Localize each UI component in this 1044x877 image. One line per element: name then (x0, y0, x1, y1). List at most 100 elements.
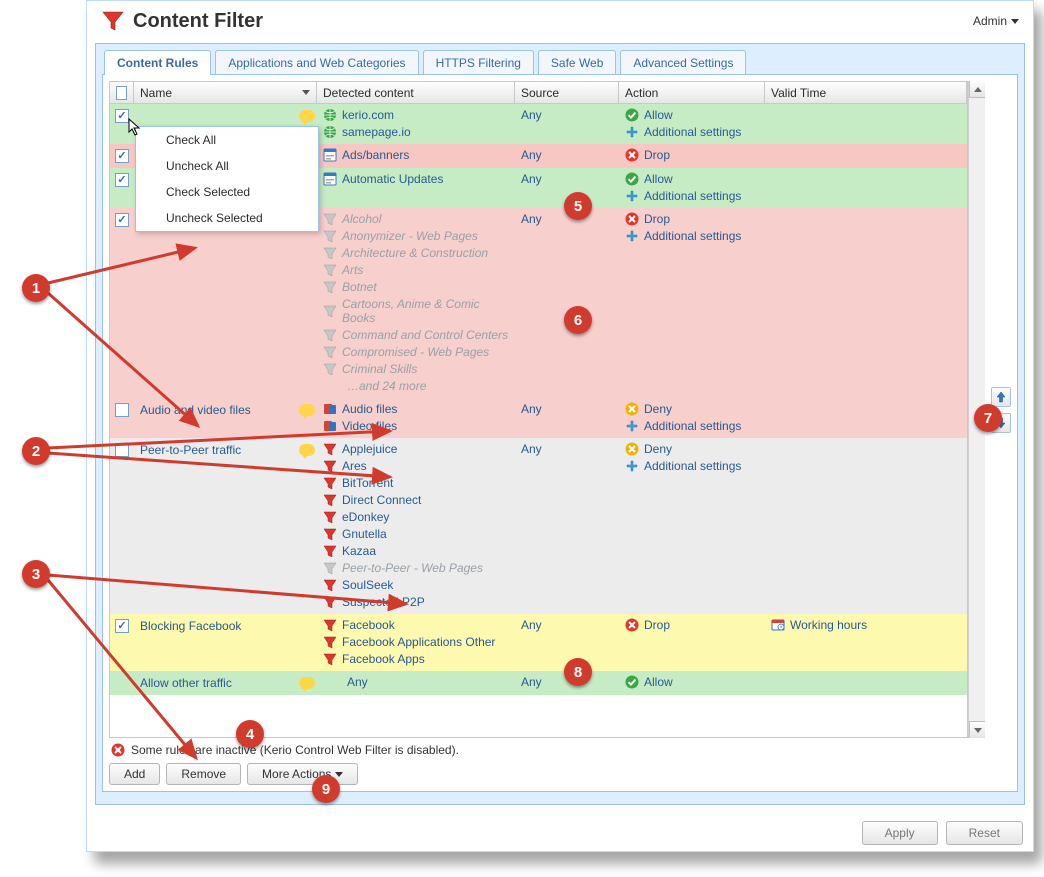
tab-safe-web[interactable]: Safe Web (538, 50, 616, 75)
row-action-cell[interactable]: Allow (619, 671, 765, 694)
vertical-scrollbar[interactable] (968, 81, 985, 738)
row-name-cell[interactable]: Peer-to-Peer traffic (134, 438, 317, 613)
row-checkbox-cell[interactable] (110, 398, 134, 437)
table-row[interactable]: Kerio Control Web Filter categor…Alcohol… (110, 208, 967, 398)
table-row[interactable]: Peer-to-Peer trafficApplejuiceAresBitTor… (110, 438, 967, 614)
row-name-cell[interactable]: Allow other traffic (134, 671, 317, 694)
row-action-cell[interactable]: DropAdditional settings (619, 208, 765, 397)
row-valid-cell[interactable]: Working hours (765, 614, 967, 670)
action-item: Drop (625, 148, 759, 162)
row-detected-cell[interactable]: Ads/banners (317, 144, 515, 167)
tab-https-filtering[interactable]: HTTPS Filtering (423, 50, 534, 75)
row-action-cell[interactable]: Drop (619, 614, 765, 670)
remove-button[interactable]: Remove (166, 763, 241, 785)
row-valid-cell[interactable] (765, 144, 967, 167)
apply-button[interactable]: Apply (862, 821, 938, 845)
deny-icon (625, 442, 639, 456)
funnel-gray-icon (323, 246, 337, 260)
move-up-button[interactable] (991, 387, 1011, 407)
checkbox-icon[interactable] (115, 403, 129, 417)
checkbox-icon[interactable] (115, 173, 129, 187)
reset-button[interactable]: Reset (946, 821, 1023, 845)
row-detected-cell[interactable]: FacebookFacebook Applications OtherFaceb… (317, 614, 515, 670)
row-name-cell[interactable]: Audio and video files (134, 398, 317, 437)
detected-item: Video files (323, 419, 509, 433)
checkbox-icon[interactable] (115, 619, 129, 633)
funnel-icon (101, 9, 125, 33)
row-valid-cell[interactable] (765, 168, 967, 207)
menu-check-selected[interactable]: Check Selected (136, 179, 318, 205)
row-checkbox-cell[interactable] (110, 614, 134, 670)
row-source-cell[interactable]: Any (515, 168, 619, 207)
row-action-cell[interactable]: Drop (619, 144, 765, 167)
row-action-cell[interactable]: AllowAdditional settings (619, 168, 765, 207)
row-checkbox-cell[interactable] (110, 671, 134, 694)
row-name-cell[interactable]: Blocking Facebook (134, 614, 317, 670)
row-detected-cell[interactable]: kerio.comsamepage.io (317, 104, 515, 143)
media-icon (323, 402, 337, 416)
table-row[interactable]: Blocking FacebookFacebookFacebook Applic… (110, 614, 967, 671)
checkbox-icon[interactable] (115, 109, 129, 123)
row-checkbox-cell[interactable] (110, 208, 134, 397)
detected-item: Automatic Updates (323, 172, 509, 186)
column-action[interactable]: Action (619, 82, 765, 103)
row-source-cell[interactable]: Any (515, 104, 619, 143)
row-valid-cell[interactable] (765, 208, 967, 397)
row-source-cell[interactable]: Any (515, 144, 619, 167)
menu-check-all[interactable]: Check All (136, 127, 318, 153)
scroll-down-button[interactable] (969, 721, 985, 738)
row-source-cell[interactable]: Any (515, 208, 619, 397)
funnel-red-icon (323, 493, 337, 507)
row-name-cell[interactable]: Kerio Control Web Filter categor… (134, 208, 317, 397)
column-detected[interactable]: Detected content (317, 82, 515, 103)
column-dropdown-menu[interactable]: Check All Uncheck All Check Selected Unc… (135, 126, 319, 232)
row-action-cell[interactable]: DenyAdditional settings (619, 398, 765, 437)
scroll-up-button[interactable] (969, 81, 985, 98)
row-detected-cell[interactable]: AlcoholAnonymizer - Web PagesArchitectur… (317, 208, 515, 397)
row-detected-cell[interactable]: ApplejuiceAresBitTorrentDirect ConnecteD… (317, 438, 515, 613)
row-source-cell[interactable]: Any (515, 438, 619, 613)
add-button[interactable]: Add (109, 763, 160, 785)
checkbox-icon[interactable] (115, 443, 129, 457)
warning-text: Some rules are inactive (Kerio Control W… (131, 743, 459, 757)
more-actions-button[interactable]: More Actions (247, 763, 358, 785)
column-name[interactable]: Name (134, 82, 317, 103)
row-checkbox-cell[interactable] (110, 144, 134, 167)
row-source-cell[interactable]: Any (515, 671, 619, 694)
funnel-gray-icon (323, 345, 337, 359)
row-detected-cell[interactable]: Automatic Updates (317, 168, 515, 207)
detected-item: …and 24 more (323, 379, 509, 393)
table-row[interactable]: Audio and video filesAudio filesVideo fi… (110, 398, 967, 438)
tab-content-rules[interactable]: Content Rules (104, 50, 211, 75)
funnel-red-icon (323, 476, 337, 490)
row-valid-cell[interactable] (765, 104, 967, 143)
row-detected-cell[interactable]: Any (317, 671, 515, 694)
row-action-cell[interactable]: AllowAdditional settings (619, 104, 765, 143)
row-source-cell[interactable]: Any (515, 398, 619, 437)
checkbox-icon[interactable] (115, 149, 129, 163)
checkbox-icon[interactable] (115, 213, 129, 227)
detected-item: Anonymizer - Web Pages (323, 229, 509, 243)
row-valid-cell[interactable] (765, 398, 967, 437)
move-down-button[interactable] (991, 413, 1011, 433)
menu-uncheck-selected[interactable]: Uncheck Selected (136, 205, 318, 231)
callout-1: 1 (22, 274, 50, 302)
tab-applications-and-web-categories[interactable]: Applications and Web Categories (215, 50, 418, 75)
row-valid-cell[interactable] (765, 671, 967, 694)
row-checkbox-cell[interactable] (110, 438, 134, 613)
tab-advanced-settings[interactable]: Advanced Settings (620, 50, 746, 75)
row-checkbox-cell[interactable] (110, 168, 134, 207)
table-row[interactable]: Allow other trafficAnyAnyAllow (110, 671, 967, 695)
detected-item: Facebook Applications Other (323, 635, 509, 649)
funnel-red-icon (323, 618, 337, 632)
row-source-cell[interactable]: Any (515, 614, 619, 670)
row-action-cell[interactable]: DenyAdditional settings (619, 438, 765, 613)
column-checkbox[interactable] (110, 82, 134, 103)
menu-uncheck-all[interactable]: Uncheck All (136, 153, 318, 179)
row-valid-cell[interactable] (765, 438, 967, 613)
comment-icon (299, 444, 315, 456)
admin-menu[interactable]: Admin (973, 14, 1019, 28)
row-detected-cell[interactable]: Audio filesVideo files (317, 398, 515, 437)
column-source[interactable]: Source (515, 82, 619, 103)
column-valid-time[interactable]: Valid Time (765, 82, 967, 103)
